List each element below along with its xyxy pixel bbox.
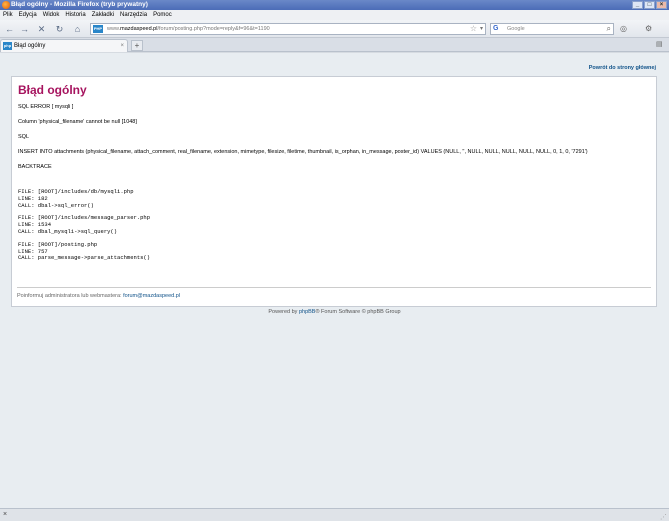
window-titlebar: Błąd ogólny - Mozilla Firefox (tryb pryw… bbox=[0, 0, 669, 10]
tab-favicon-icon: php bbox=[3, 42, 12, 50]
window-controls: _ □ × bbox=[632, 1, 667, 9]
backtrace-entry: FILE: [ROOT]/includes/db/mysqli.php LINE:… bbox=[18, 188, 650, 209]
close-window-button[interactable]: × bbox=[656, 1, 667, 9]
menu-pomoc[interactable]: Pomoc bbox=[153, 10, 172, 20]
admin-notice: Poinformuj administratora lub webmastera… bbox=[17, 293, 180, 299]
page-content: Powrót do strony głównej Błąd ogólny SQL… bbox=[0, 53, 669, 508]
menu-widok[interactable]: Widok bbox=[43, 10, 60, 20]
backtrace-file: FILE: [ROOT]/includes/db/mysqli.php bbox=[18, 188, 134, 195]
minimize-button[interactable]: _ bbox=[632, 1, 643, 9]
search-input[interactable]: G Google ⌕ bbox=[490, 23, 614, 35]
page-title: Błąd ogólny bbox=[18, 83, 87, 97]
resize-grip-icon[interactable]: ⋰ bbox=[660, 512, 668, 521]
error-panel: Błąd ogólny SQL ERROR [ mysqli ] Column … bbox=[11, 76, 657, 307]
backtrace-label: BACKTRACE bbox=[18, 164, 52, 170]
privacy-icon[interactable]: ◎ bbox=[620, 23, 627, 35]
search-icon[interactable]: ⌕ bbox=[607, 24, 611, 34]
admin-email-link[interactable]: forum@mazdaspeed.pl bbox=[123, 293, 180, 299]
tab-blad-ogolny[interactable]: php Błąd ogólny × bbox=[0, 39, 128, 52]
powered-suffix: ® Forum Software © phpBB Group bbox=[315, 309, 401, 315]
tab-bar: php Błąd ogólny × + ▤ bbox=[0, 38, 669, 52]
phpbb-link[interactable]: phpBB bbox=[299, 309, 316, 315]
search-placeholder: Google bbox=[507, 26, 525, 32]
backtrace-call: CALL: parse_message->parse_attachments() bbox=[18, 254, 151, 262]
bookmark-star-icon[interactable]: ☆ bbox=[470, 24, 477, 34]
column-message: Column 'physical_filename' cannot be nul… bbox=[18, 119, 137, 125]
sql-label: SQL bbox=[18, 134, 30, 140]
google-icon[interactable]: G bbox=[493, 24, 498, 34]
backtrace-line: LINE: 182 bbox=[18, 194, 48, 202]
url-host: mazdaspeed.pl bbox=[120, 26, 158, 32]
backtrace-call: CALL: dbal_mysqli->sql_query() bbox=[18, 227, 118, 235]
navigation-toolbar: ← → ✕ ↻ ⌂ PHP www.mazdaspeed.pl/forum/po… bbox=[0, 20, 669, 38]
reload-button[interactable]: ↻ bbox=[53, 23, 66, 35]
stop-button[interactable]: ✕ bbox=[35, 23, 48, 35]
url-prefix: www. bbox=[107, 26, 121, 32]
return-home-link[interactable]: Powrót do strony głównej bbox=[589, 65, 656, 71]
url-path: /forum/posting.php?mode=reply&f=96&t=119… bbox=[157, 26, 270, 32]
home-button[interactable]: ⌂ bbox=[71, 23, 84, 35]
backtrace-file: FILE: [ROOT]/includes/message_parser.php bbox=[18, 214, 151, 222]
menu-zakladki[interactable]: Zakładki bbox=[92, 10, 114, 20]
admin-notice-text: Poinformuj administratora lub webmastera… bbox=[17, 293, 122, 299]
backtrace-file: FILE: [ROOT]/posting.php bbox=[18, 240, 98, 248]
menu-edycja[interactable]: Edycja bbox=[19, 10, 37, 20]
menu-narzedzia[interactable]: Narzędzia bbox=[120, 10, 147, 20]
status-bar: × ⋰ bbox=[0, 508, 669, 521]
site-identity-icon[interactable]: PHP bbox=[93, 25, 103, 33]
addon-icon[interactable]: ⚙ bbox=[645, 23, 652, 35]
tab-close-icon[interactable]: × bbox=[120, 40, 124, 52]
url-dropdown-icon[interactable]: ▾ bbox=[480, 24, 483, 34]
tab-list-icon[interactable]: ▤ bbox=[656, 40, 666, 50]
backtrace-entry: FILE: [ROOT]/posting.php LINE: 757 CALL: p… bbox=[18, 240, 650, 262]
powered-by: Powered by phpBB® Forum Software © phpBB… bbox=[0, 309, 669, 315]
back-button[interactable]: ← bbox=[3, 23, 16, 35]
new-tab-button[interactable]: + bbox=[131, 40, 143, 51]
backtrace-entry: FILE: [ROOT]/includes/message_parser.php… bbox=[18, 215, 650, 235]
sql-query: INSERT INTO attachments (physical_filena… bbox=[18, 149, 588, 155]
forward-button[interactable]: → bbox=[18, 23, 31, 35]
menu-historia[interactable]: Historia bbox=[65, 10, 85, 20]
maximize-button[interactable]: □ bbox=[644, 1, 655, 9]
sql-error-line: SQL ERROR [ mysqli ] bbox=[18, 104, 74, 110]
close-addon-bar-button[interactable]: × bbox=[3, 511, 7, 518]
backtrace-call: CALL: dbal->sql_error() bbox=[18, 201, 94, 209]
menu-plik[interactable]: Plik bbox=[3, 10, 13, 20]
firefox-icon bbox=[2, 1, 10, 9]
powered-prefix: Powered by bbox=[268, 309, 298, 315]
divider bbox=[17, 287, 651, 288]
tab-label: Błąd ogólny bbox=[14, 43, 46, 49]
url-bar[interactable]: PHP www.mazdaspeed.pl/forum/posting.php?… bbox=[90, 23, 486, 35]
window-title: Błąd ogólny - Mozilla Firefox (tryb pryw… bbox=[11, 1, 148, 8]
menu-bar: Plik Edycja Widok Historia Zakładki Narz… bbox=[0, 10, 669, 20]
